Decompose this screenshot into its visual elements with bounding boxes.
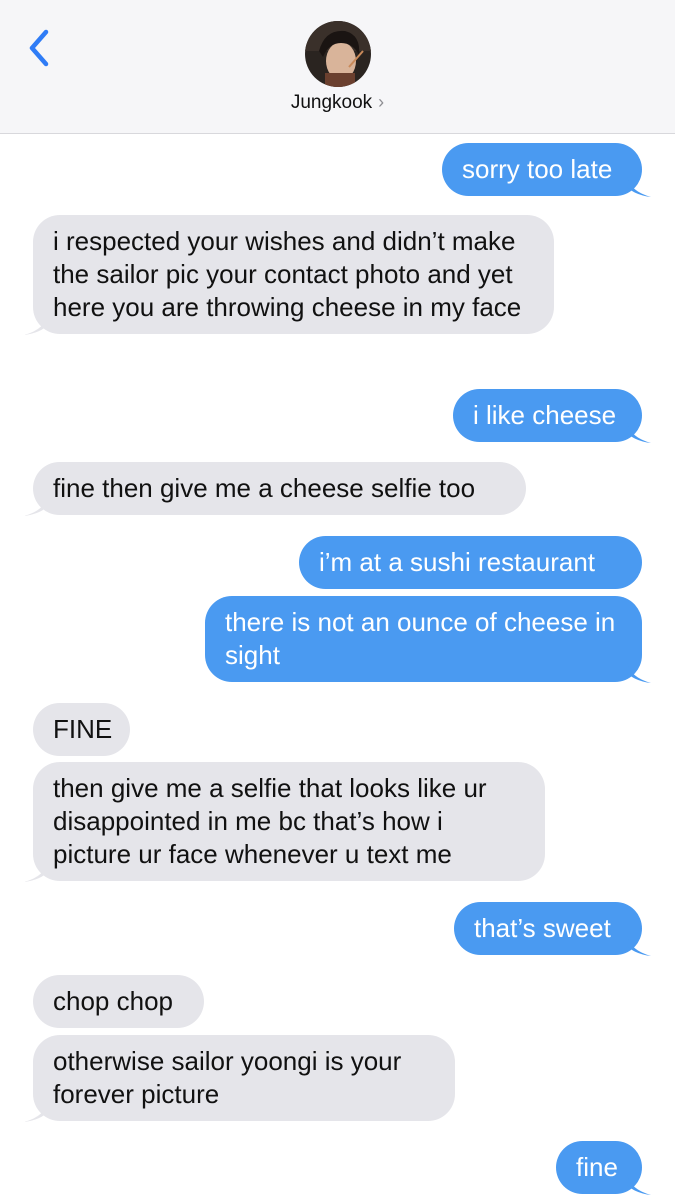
chevron-left-icon [29, 29, 49, 67]
contact-avatar[interactable] [305, 21, 371, 87]
message-bubble-outgoing[interactable]: that’s sweet [454, 902, 651, 956]
message-bubble-incoming[interactable]: FINE [33, 703, 130, 756]
message-bubble-incoming[interactable]: otherwise sailor yoongi is your forever … [24, 1035, 455, 1122]
message-text: fine then give me a cheese selfie too [53, 473, 476, 503]
message-text: that’s sweet [474, 913, 611, 943]
message-bubble-outgoing[interactable]: sorry too late [442, 143, 651, 197]
message-text: then give me a selfie that looks like ur… [53, 773, 487, 869]
contact-name: Jungkook [290, 92, 373, 113]
message-bubble-incoming[interactable]: then give me a selfie that looks like ur… [24, 762, 545, 882]
message-text: chop chop [53, 986, 173, 1016]
message-text: otherwise sailor yoongi is your forever … [53, 1046, 402, 1109]
message-bubble-outgoing[interactable]: fine [556, 1141, 651, 1195]
conversation-header: Jungkook › [0, 0, 675, 134]
chevron-right-icon: › [378, 92, 385, 112]
message-text: fine [576, 1152, 618, 1182]
message-bubble-outgoing[interactable]: i’m at a sushi restaurant [299, 536, 642, 589]
message-bubble-outgoing[interactable]: i like cheese [453, 389, 651, 443]
message-bubble-outgoing[interactable]: there is not an ounce of cheese in sight [205, 596, 651, 683]
message-text: i’m at a sushi restaurant [319, 547, 596, 577]
message-bubble-incoming[interactable]: chop chop [33, 975, 204, 1028]
message-text: FINE [53, 714, 113, 744]
message-bubble-incoming[interactable]: i respected your wishes and didn’t make … [24, 215, 554, 335]
contact-name-link[interactable]: Jungkook › [0, 92, 675, 114]
message-text: there is not an ounce of cheese in sight [225, 607, 616, 670]
message-text: sorry too late [462, 154, 613, 184]
message-text: i respected your wishes and didn’t make … [53, 226, 522, 322]
message-text: i like cheese [473, 400, 617, 430]
back-button[interactable] [22, 26, 62, 70]
message-bubble-incoming[interactable]: fine then give me a cheese selfie too [24, 462, 526, 516]
